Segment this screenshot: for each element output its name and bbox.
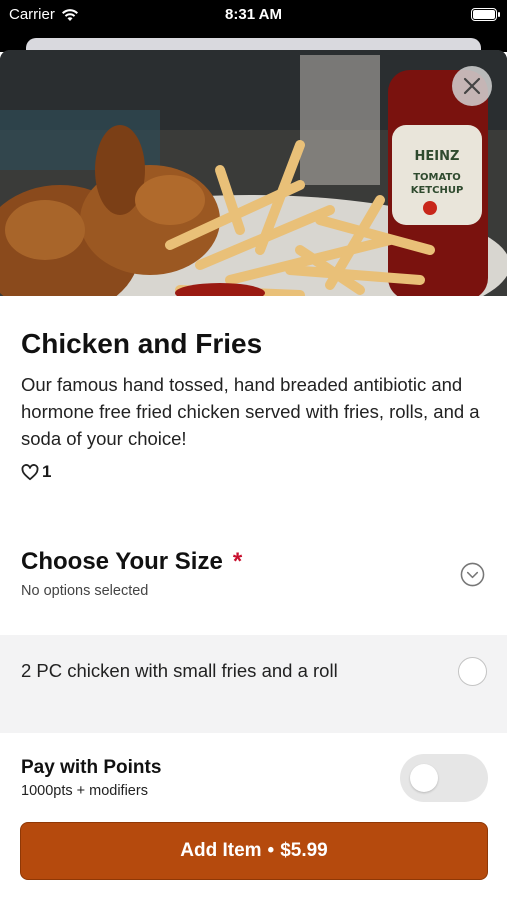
size-section-title: Choose Your Size * bbox=[21, 548, 242, 576]
close-button[interactable] bbox=[452, 66, 492, 106]
required-marker: * bbox=[232, 548, 243, 575]
add-item-button[interactable]: Add Item • $5.99 bbox=[20, 822, 488, 880]
hero-image: HEINZ TOMATO KETCHUP bbox=[0, 50, 507, 296]
toggle-knob bbox=[410, 764, 438, 792]
size-section-label: Choose Your Size bbox=[21, 548, 223, 575]
food-photo: HEINZ TOMATO KETCHUP bbox=[0, 50, 507, 296]
pay-with-points-toggle[interactable] bbox=[400, 754, 488, 802]
status-bar: Carrier 8:31 AM bbox=[0, 0, 507, 30]
points-subtitle: 1000pts + modifiers bbox=[21, 783, 148, 799]
item-description: Our famous hand tossed, hand breaded ant… bbox=[21, 374, 480, 449]
battery-icon bbox=[471, 8, 500, 21]
add-item-separator: • bbox=[267, 840, 275, 861]
add-item-price: $5.99 bbox=[280, 840, 328, 861]
clock: 8:31 AM bbox=[225, 6, 282, 23]
svg-text:KETCHUP: KETCHUP bbox=[411, 185, 464, 196]
size-option-row[interactable]: 2 PC chicken with small fries and a roll bbox=[0, 635, 507, 733]
like-button[interactable]: 1 bbox=[21, 462, 51, 482]
heart-icon bbox=[21, 463, 39, 480]
size-option-label: 2 PC chicken with small fries and a roll bbox=[21, 660, 338, 681]
like-count: 1 bbox=[42, 462, 52, 481]
svg-text:HEINZ: HEINZ bbox=[415, 149, 460, 164]
svg-text:TOMATO: TOMATO bbox=[413, 172, 461, 183]
close-icon bbox=[463, 77, 481, 95]
item-title: Chicken and Fries bbox=[21, 328, 263, 359]
size-section-status: No options selected bbox=[21, 583, 149, 599]
chevron-down-icon[interactable] bbox=[460, 562, 485, 587]
size-option-radio[interactable] bbox=[458, 657, 487, 686]
points-title: Pay with Points bbox=[21, 757, 162, 778]
add-item-label: Add Item bbox=[180, 840, 262, 861]
